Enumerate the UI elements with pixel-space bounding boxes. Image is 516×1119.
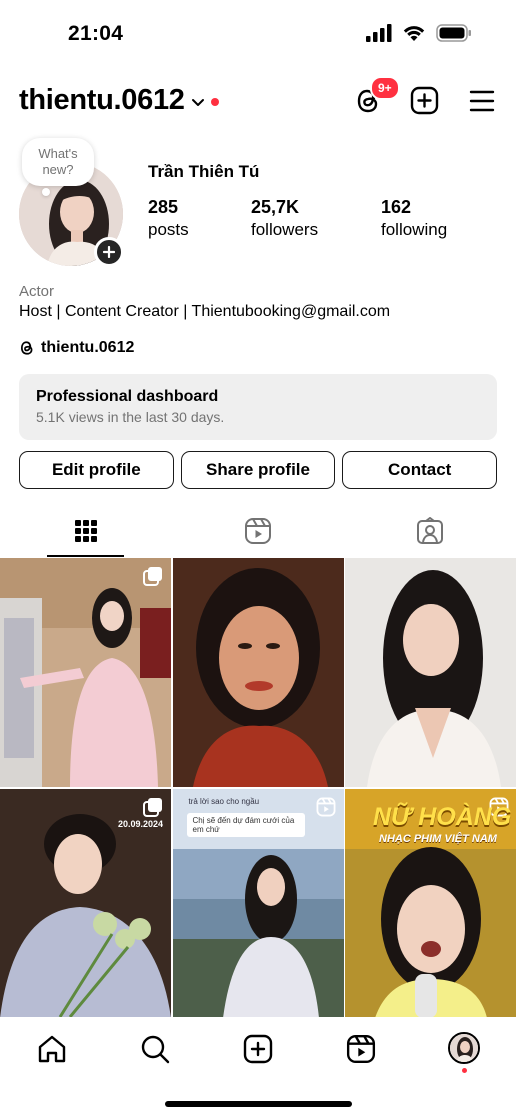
status-time: 21:04 <box>68 22 124 45</box>
add-story-button[interactable] <box>94 237 124 267</box>
wifi-icon <box>403 26 425 41</box>
stat-label: followers <box>251 220 319 239</box>
post-image <box>0 558 171 787</box>
create-post-icon[interactable] <box>410 86 439 115</box>
share-profile-button[interactable]: Share profile <box>180 451 336 489</box>
menu-icon[interactable] <box>469 90 495 112</box>
post-subtitle: NHẠC PHIM VIỆT NAM <box>379 833 497 845</box>
plus-icon <box>103 246 115 258</box>
grid-post[interactable] <box>0 558 171 787</box>
post-image <box>345 558 516 787</box>
status-bar: 21:04 <box>0 0 516 70</box>
signal-icon <box>366 24 392 42</box>
username: thientu.0612 <box>19 84 185 116</box>
grid-post[interactable]: 20.09.2024 <box>0 789 171 1018</box>
grid-post[interactable]: NỮ HOÀNG NHẠC PHIM VIỆT NAM <box>345 789 516 1018</box>
tab-tagged[interactable] <box>344 505 516 557</box>
reels-icon <box>245 518 271 544</box>
stat-posts[interactable]: 285 posts <box>148 197 251 240</box>
carousel-icon <box>143 567 162 586</box>
contact-button[interactable]: Contact <box>342 451 498 489</box>
threads-profile-link[interactable]: thientu.0612 <box>19 339 134 357</box>
grid-post[interactable] <box>345 558 516 787</box>
threads-handle: thientu.0612 <box>41 339 135 356</box>
chevron-down-icon <box>191 98 204 106</box>
profile-actions: Edit profile Share profile Contact <box>19 451 498 489</box>
stat-value: 162 <box>381 197 412 217</box>
stat-followers[interactable]: 25,7K followers <box>251 197 381 240</box>
profile-header: thientu.0612 9+ <box>0 76 516 124</box>
note-placeholder: What's new? <box>38 146 78 177</box>
home-indicator[interactable] <box>165 1101 352 1107</box>
profile-nav-avatar-image <box>450 1034 478 1062</box>
create-icon[interactable] <box>243 1034 273 1064</box>
note-bubble[interactable]: What's new? <box>22 138 94 186</box>
threads-small-icon <box>20 341 33 355</box>
profile-nav-avatar[interactable] <box>448 1032 480 1064</box>
profile-tabs <box>0 505 516 557</box>
posts-grid: 20.09.2024 trả lời sao cho ngầu Chị sẽ đ… <box>0 558 516 1018</box>
professional-dashboard[interactable]: Professional dashboard 5.1K views in the… <box>19 374 497 440</box>
tab-posts-grid[interactable] <box>0 505 172 557</box>
grid-icon <box>75 520 97 542</box>
dashboard-title: Professional dashboard <box>36 388 219 405</box>
stat-label: posts <box>148 220 189 239</box>
profile-notification-dot <box>462 1068 467 1073</box>
status-icons <box>366 24 472 42</box>
grid-post[interactable] <box>172 558 344 787</box>
stat-label: following <box>381 220 448 239</box>
carousel-icon <box>143 798 162 817</box>
post-date: 20.09.2024 <box>117 819 163 829</box>
edit-profile-button[interactable]: Edit profile <box>19 451 174 489</box>
account-switcher[interactable]: thientu.0612 <box>19 84 219 117</box>
profile-bio: Host | Content Creator | Thientubooking@… <box>19 303 391 320</box>
search-icon[interactable] <box>140 1034 170 1064</box>
profile-stats: 285 posts 25,7K followers 162 following <box>148 197 447 240</box>
post-title: NỮ HOÀNG <box>373 803 512 831</box>
note-bubble-tail <box>42 188 50 196</box>
stat-value: 25,7K <box>251 197 300 217</box>
dashboard-subtitle: 5.1K views in the last 30 days. <box>36 409 225 425</box>
stat-following[interactable]: 162 following <box>381 197 447 240</box>
full-name: Trần Thiên Tú <box>148 162 260 181</box>
tagged-icon <box>417 517 443 544</box>
battery-icon <box>436 24 471 42</box>
grid-post[interactable]: trả lời sao cho ngầu Chị sẽ đến dự đám c… <box>172 789 344 1018</box>
post-caption-secondary: trả lời sao cho ngầu <box>188 797 260 806</box>
profile-category: Actor <box>19 283 55 300</box>
tab-reels[interactable] <box>172 505 344 557</box>
reels-nav-icon[interactable] <box>346 1034 376 1064</box>
post-caption: Chị sẽ đến dự đám cưới của em chứ <box>186 813 305 837</box>
home-icon[interactable] <box>37 1034 67 1064</box>
post-image <box>172 558 344 787</box>
stat-value: 285 <box>148 197 179 217</box>
reel-icon <box>316 797 335 817</box>
notification-dot <box>210 97 219 106</box>
threads-badge: 9+ <box>370 76 400 100</box>
